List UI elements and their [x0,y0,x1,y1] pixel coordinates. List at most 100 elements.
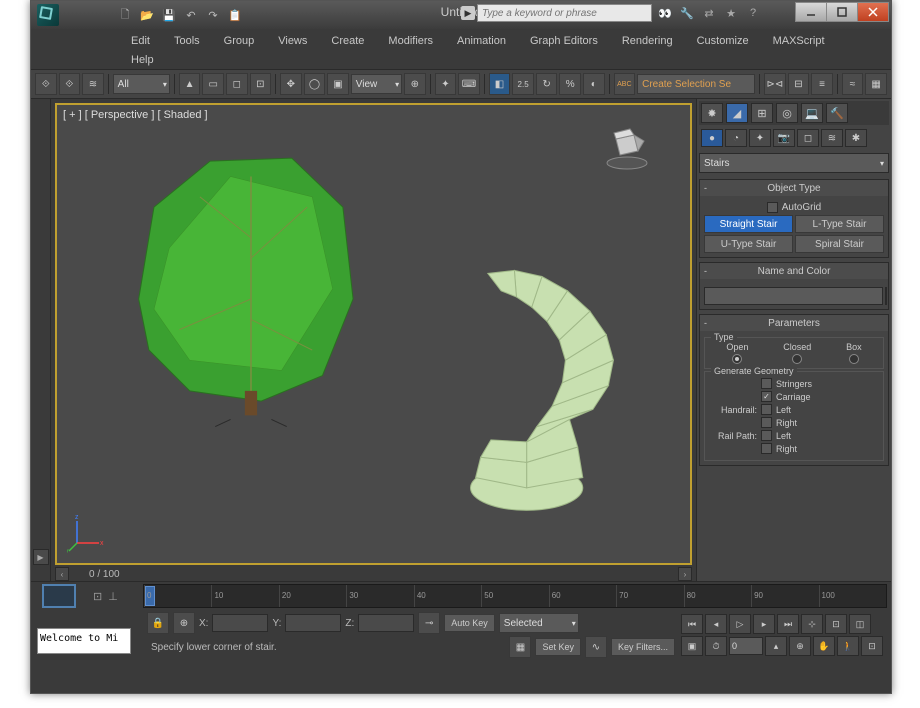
nav-8-icon[interactable]: ⊡ [861,636,883,656]
time-config-icon[interactable]: ⏱ [705,636,727,656]
cat-helpers-icon[interactable]: ◻ [797,129,819,147]
frame-input[interactable] [729,637,763,655]
object-name-input[interactable] [704,287,883,305]
menu-maxscript[interactable]: MAXScript [761,32,837,50]
railpath-right-checkbox[interactable] [761,443,772,454]
l-type-stair-button[interactable]: L-Type Stair [795,215,884,233]
scroll-right-icon[interactable]: › [678,567,692,581]
tab-create-icon[interactable]: ✸ [701,103,723,123]
maximize-button[interactable] [826,2,858,22]
collapse-icon[interactable]: - [704,266,707,276]
menu-rendering[interactable]: Rendering [610,32,685,50]
named-sets-icon[interactable]: ABC [614,73,636,95]
cat-lights-icon[interactable]: ✦ [749,129,771,147]
nav-1-icon[interactable]: ⊹ [801,614,823,634]
menu-customize[interactable]: Customize [685,32,761,50]
cat-cameras-icon[interactable]: 📷 [773,129,795,147]
scale-icon[interactable]: ▣ [327,73,349,95]
wrench-icon[interactable]: 🔧 [680,6,694,20]
menu-help[interactable]: Help [119,51,166,69]
curve-editor-icon[interactable]: ≈ [842,73,864,95]
open-icon[interactable]: 📂 [139,7,155,23]
straight-stair-button[interactable]: Straight Stair [704,215,793,233]
next-frame-icon[interactable]: ▸ [753,614,775,634]
rollout-head-parameters[interactable]: - Parameters [700,315,888,331]
select-icon[interactable]: ▲ [179,73,201,95]
autokey-button[interactable]: Auto Key [444,614,495,632]
tab-utilities-icon[interactable]: 🔨 [826,103,848,123]
undo-icon[interactable]: ↶ [183,7,199,23]
app-icon[interactable] [37,4,59,26]
save-icon[interactable]: 💾 [161,7,177,23]
redo-icon[interactable]: ↷ [205,7,221,23]
absolute-icon[interactable]: ⊕ [173,612,195,634]
keyfilter-icon[interactable]: ∿ [585,636,607,658]
search-go-icon[interactable]: ▶ [461,6,475,20]
menu-group[interactable]: Group [212,32,267,50]
menu-edit[interactable]: Edit [119,32,162,50]
schematic-icon[interactable]: ▦ [865,73,887,95]
play-icon[interactable]: ▷ [729,614,751,634]
cat-space-icon[interactable]: ≋ [821,129,843,147]
setkey-button[interactable]: Set Key [535,638,581,656]
unlink-icon[interactable]: ⟐ [59,73,81,95]
lock-icon[interactable]: ⊥ [108,590,118,603]
exchange-icon[interactable]: ⇄ [702,6,716,20]
menu-modifiers[interactable]: Modifiers [376,32,445,50]
viewport-scrollbar[interactable]: ‹ 0 / 100 › [55,567,692,581]
rotate-icon[interactable]: ◯ [304,73,326,95]
percent-snap-icon[interactable]: % [559,73,581,95]
expand-icon[interactable]: ▶ [33,549,49,565]
carriage-checkbox[interactable]: ✓ [761,391,772,402]
cat-shapes-icon[interactable]: ◔ [725,129,747,147]
coord-dropdown[interactable]: View [351,74,402,94]
y-input[interactable] [285,614,341,632]
tab-motion-icon[interactable]: ◎ [776,103,798,123]
script-listener[interactable]: Welcome to Mi [37,628,131,654]
type-open-radio[interactable] [732,354,742,364]
close-button[interactable] [857,2,889,22]
menu-views[interactable]: Views [266,32,319,50]
collapse-icon[interactable]: - [704,183,707,193]
select-rect-icon[interactable]: ◻ [226,73,248,95]
goto-start-icon[interactable]: ⏮ [681,614,703,634]
scroll-left-icon[interactable]: ‹ [55,567,69,581]
stringers-checkbox[interactable] [761,378,772,389]
minimize-button[interactable] [795,2,827,22]
goto-end-icon[interactable]: ⏭ [777,614,799,634]
mini-viewport[interactable] [42,584,76,608]
cat-systems-icon[interactable]: ✱ [845,129,867,147]
nav-5-icon[interactable]: ⊕ [789,636,811,656]
angle-snap-icon[interactable]: ↻ [536,73,558,95]
menu-animation[interactable]: Animation [445,32,518,50]
handrail-right-checkbox[interactable] [761,417,772,428]
search-input[interactable] [477,4,652,22]
spiral-stair-button[interactable]: Spiral Stair [795,235,884,253]
timeline[interactable]: 0102030405060708090100 [143,584,887,608]
snap-25-icon[interactable]: 2.5 [512,73,534,95]
star-icon[interactable]: ★ [724,6,738,20]
tab-hierarchy-icon[interactable]: ⊞ [751,103,773,123]
rollout-head-object-type[interactable]: - Object Type [700,180,888,196]
collapse-icon[interactable]: - [704,318,707,328]
new-icon[interactable]: 🗋 [117,7,133,23]
u-type-stair-button[interactable]: U-Type Stair [704,235,793,253]
autogrid-checkbox[interactable] [767,202,778,213]
nav-4-icon[interactable]: ▣ [681,636,703,656]
isolate-icon[interactable]: ⊡ [93,590,102,603]
x-input[interactable] [212,614,268,632]
key-icon[interactable]: ⊸ [418,612,440,634]
mirror-icon[interactable]: ⊳⊲ [764,73,786,95]
rollout-head-name-color[interactable]: - Name and Color [700,263,888,279]
type-closed-radio[interactable] [792,354,802,364]
prev-frame-icon[interactable]: ◂ [705,614,727,634]
spinner-icon[interactable]: ▴ [765,636,787,656]
spinner-snap-icon[interactable]: ◐ [583,73,605,95]
filter-dropdown[interactable]: All [113,74,170,94]
binoculars-icon[interactable]: 👀 [658,6,672,20]
handrail-left-checkbox[interactable] [761,404,772,415]
grid-icon[interactable]: ▦ [509,636,531,658]
cat-geometry-icon[interactable]: ● [701,129,723,147]
bind-icon[interactable]: ≋ [82,73,104,95]
type-box-radio[interactable] [849,354,859,364]
